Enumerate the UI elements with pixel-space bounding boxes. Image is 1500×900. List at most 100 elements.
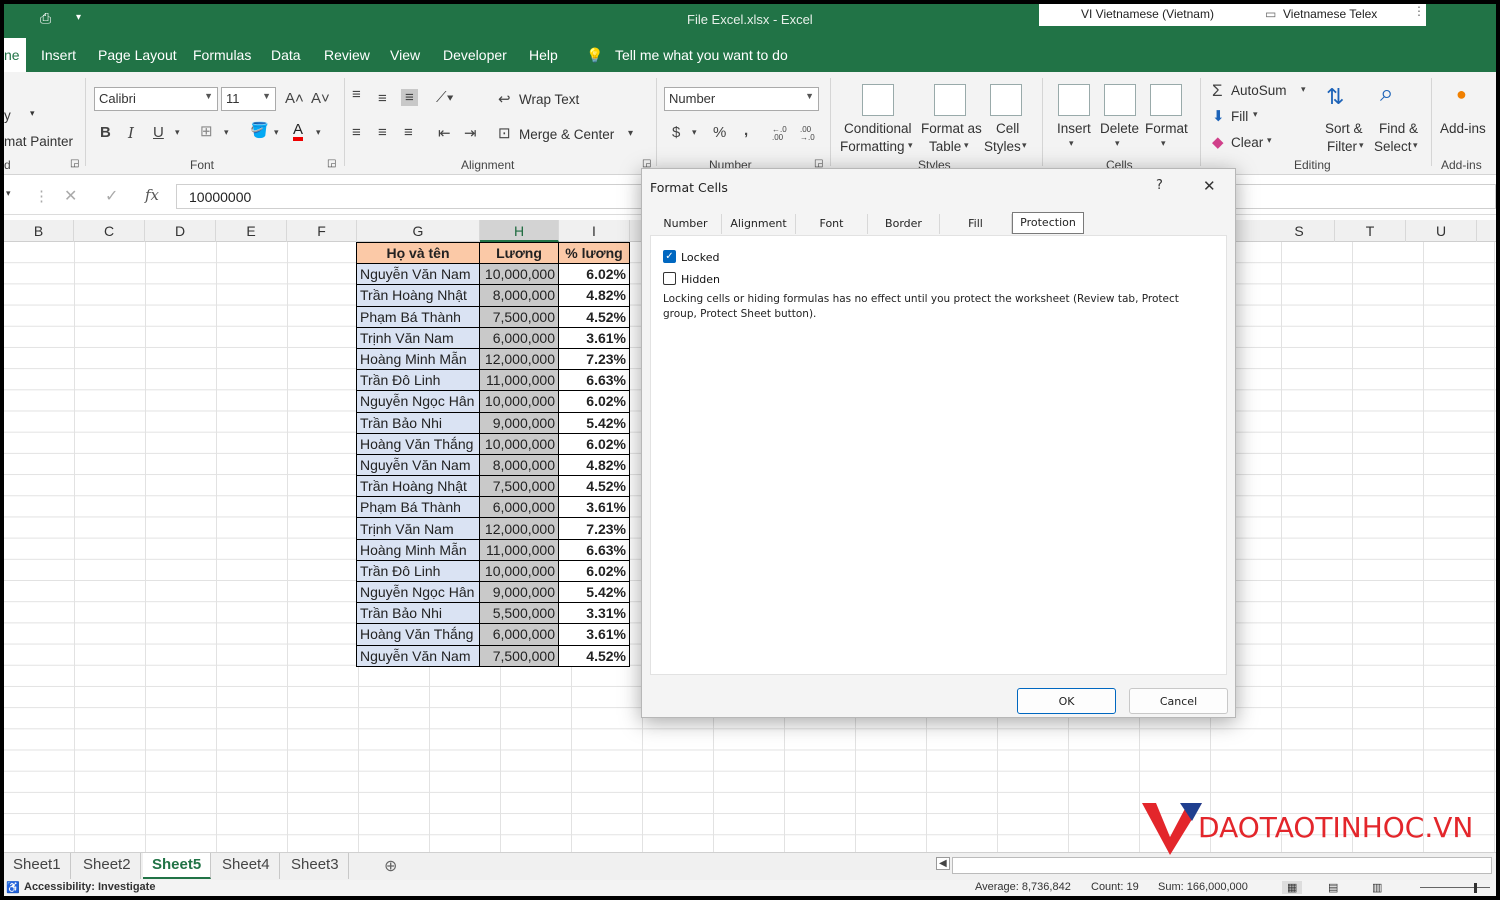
cell-percent[interactable]: 7.23% [558, 347, 630, 371]
number-format-combo[interactable]: Number ▼ [664, 87, 819, 111]
italic-button[interactable]: I [128, 124, 134, 142]
close-button[interactable]: ✕ [1203, 177, 1216, 195]
cell-percent[interactable]: 3.61% [558, 623, 630, 646]
bold-button[interactable]: B [100, 124, 111, 141]
zoom-slider[interactable] [1420, 887, 1490, 888]
increase-font-icon[interactable]: A˄ [285, 90, 304, 107]
cell-percent[interactable]: 6.02% [558, 263, 630, 286]
cell-name[interactable]: Nguyễn Văn Nam [356, 453, 480, 477]
autosum-dropdown-icon[interactable]: ▾ [1301, 84, 1306, 95]
cell-percent[interactable]: 4.82% [558, 284, 630, 307]
header-name[interactable]: Họ và tên [356, 241, 480, 265]
column-header-e[interactable]: E [216, 220, 287, 242]
cell-percent[interactable]: 4.82% [558, 453, 630, 477]
decrease-decimal-button[interactable]: .00 →.0 [800, 126, 824, 142]
format-as-table-label-2[interactable]: Table [929, 139, 961, 154]
font-size-combo[interactable]: 11 ▼ [221, 87, 276, 111]
cell-name[interactable]: Nguyễn Ngọc Hân [356, 580, 480, 604]
tab-review[interactable]: Review [324, 47, 370, 63]
scroll-left-icon[interactable]: ◀ [936, 857, 950, 870]
cell-percent[interactable]: 5.42% [558, 411, 630, 434]
cell-name[interactable]: Trần Đô Linh [356, 369, 480, 392]
cell-name[interactable]: Nguyễn Văn Nam [356, 644, 480, 667]
cell-percent[interactable]: 4.52% [558, 644, 630, 667]
cell-salary[interactable]: 11,000,000 [479, 369, 559, 392]
font-name-combo[interactable]: Calibri ▼ [94, 87, 218, 111]
delete-cells-button[interactable]: Delete [1100, 121, 1139, 136]
format-dropdown-icon[interactable]: ▾ [1161, 138, 1166, 149]
cell-styles-label-1[interactable]: Cell [996, 121, 1019, 136]
format-cells-button[interactable]: Format [1145, 121, 1188, 136]
format-table-dropdown-icon[interactable]: ▾ [964, 140, 969, 151]
cell-styles-dropdown-icon[interactable]: ▾ [1022, 140, 1027, 151]
cell-percent[interactable]: 6.02% [558, 559, 630, 583]
column-header-u[interactable]: U [1406, 220, 1477, 242]
conditional-formatting-label-2[interactable]: Formatting [840, 139, 905, 154]
hidden-checkbox[interactable] [663, 272, 676, 285]
cell-percent[interactable]: 6.63% [558, 538, 630, 561]
language-bar-options-icon[interactable]: ⋮ [1413, 4, 1425, 18]
clear-button[interactable]: Clear [1231, 135, 1263, 150]
borders-dropdown-icon[interactable]: ▾ [224, 127, 229, 138]
cell-styles-label-2[interactable]: Styles [984, 139, 1021, 154]
cell-percent[interactable]: 3.31% [558, 602, 630, 625]
dialog-tab-protection[interactable]: Protection [1012, 212, 1084, 234]
align-top-icon[interactable]: ≡ [352, 86, 361, 103]
cell-name[interactable]: Trịnh Văn Nam [356, 326, 480, 349]
cell-salary[interactable]: 7,500,000 [479, 305, 559, 328]
tab-data[interactable]: Data [271, 47, 301, 63]
find-select-label-1[interactable]: Find & [1379, 121, 1418, 136]
delete-cells-icon[interactable] [1104, 84, 1136, 116]
cell-percent[interactable]: 3.61% [558, 326, 630, 349]
merge-center-button[interactable]: Merge & Center [519, 127, 614, 142]
fill-color-dropdown-icon[interactable]: ▾ [274, 127, 279, 138]
cell-salary[interactable]: 7,500,000 [479, 644, 559, 667]
cell-salary[interactable]: 11,000,000 [479, 538, 559, 561]
column-header-t[interactable]: T [1335, 220, 1406, 242]
column-header-i[interactable]: I [559, 220, 630, 242]
cell-salary[interactable]: 10,000,000 [479, 263, 559, 286]
cell-salary[interactable]: 10,000,000 [479, 390, 559, 413]
increase-indent-icon[interactable]: ⇥ [464, 124, 477, 142]
percent-style-button[interactable]: % [713, 124, 726, 141]
cancel-entry-icon[interactable]: ✕ [64, 186, 77, 206]
insert-dropdown-icon[interactable]: ▾ [1069, 138, 1074, 149]
sheet-tab-sheet5[interactable]: Sheet5 [143, 853, 212, 879]
cell-salary[interactable]: 9,000,000 [479, 411, 559, 434]
cell-percent[interactable]: 5.42% [558, 580, 630, 604]
cell-percent[interactable]: 6.02% [558, 432, 630, 455]
cell-salary[interactable]: 6,000,000 [479, 496, 559, 519]
conditional-dropdown-icon[interactable]: ▾ [908, 140, 913, 151]
ime-language[interactable]: VI Vietnamese (Vietnam) [1081, 7, 1214, 21]
tab-help[interactable]: Help [529, 47, 558, 63]
tab-home[interactable]: ne [4, 38, 26, 72]
locked-label[interactable]: Locked [681, 251, 719, 264]
ok-button[interactable]: OK [1017, 688, 1116, 714]
locked-checkbox[interactable]: ✓ [663, 250, 676, 263]
cell-percent[interactable]: 4.52% [558, 475, 630, 498]
cell-name[interactable]: Hoàng Minh Mẫn [356, 347, 480, 371]
fill-button[interactable]: Fill [1231, 109, 1248, 124]
find-select-label-2[interactable]: Select [1374, 139, 1412, 154]
merge-dropdown-icon[interactable]: ▾ [628, 128, 633, 139]
format-painter-button[interactable]: mat Painter [4, 134, 73, 149]
font-launcher-icon[interactable]: ◲ [327, 158, 336, 169]
add-sheet-icon[interactable]: ⊕ [384, 856, 397, 876]
header-percent[interactable]: % lương [558, 241, 630, 265]
copy-button[interactable]: y [4, 108, 11, 123]
conditional-formatting-label-1[interactable]: Conditional [844, 121, 912, 136]
insert-cells-button[interactable]: Insert [1057, 121, 1091, 136]
insert-function-button[interactable]: fx [145, 186, 159, 204]
autosum-button[interactable]: AutoSum [1231, 83, 1287, 98]
format-as-table-label-1[interactable]: Format as [921, 121, 982, 136]
cell-salary[interactable]: 12,000,000 [479, 517, 559, 540]
tab-developer[interactable]: Developer [443, 47, 507, 63]
align-left-icon[interactable]: ≡ [352, 124, 361, 141]
copy-dropdown-icon[interactable]: ▾ [30, 108, 35, 119]
cell-salary[interactable]: 12,000,000 [479, 347, 559, 371]
find-dropdown-icon[interactable]: ▾ [1413, 140, 1418, 151]
align-center-icon[interactable]: ≡ [378, 124, 387, 141]
sheet-tab-sheet1[interactable]: Sheet1 [4, 853, 71, 879]
sheet-tab-sheet3[interactable]: Sheet3 [282, 853, 349, 879]
wrap-text-button[interactable]: Wrap Text [519, 92, 579, 107]
